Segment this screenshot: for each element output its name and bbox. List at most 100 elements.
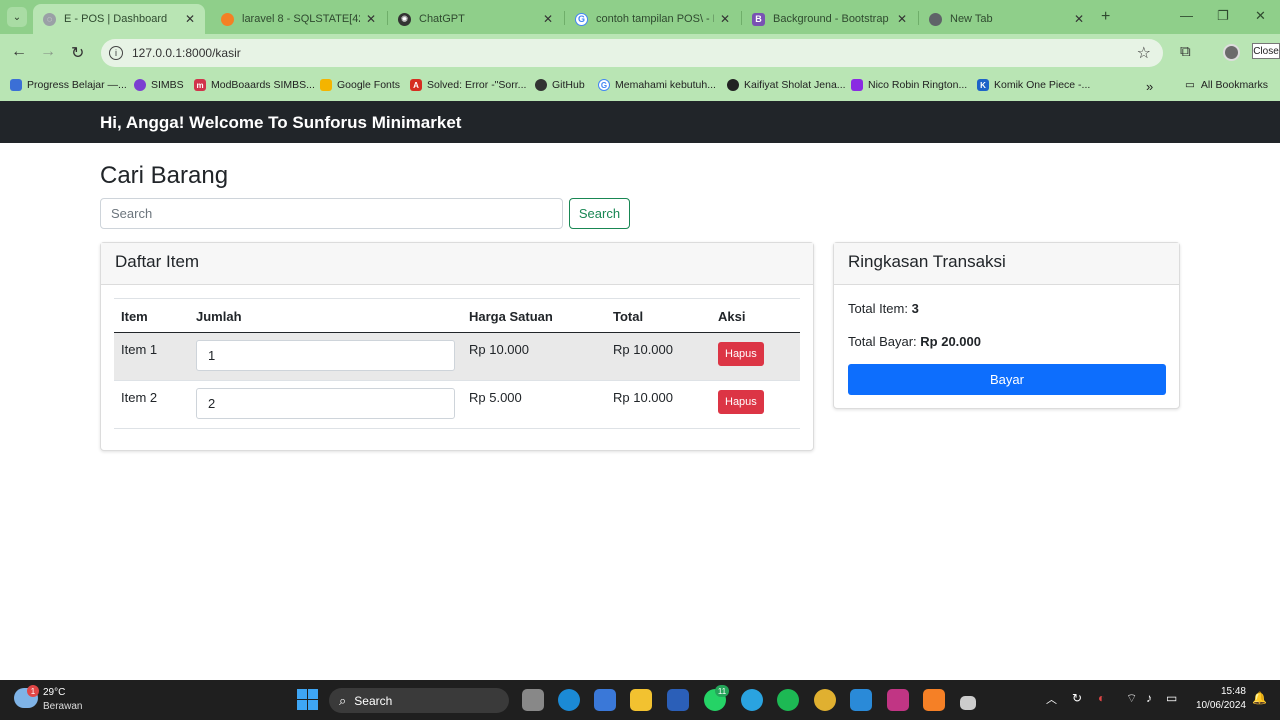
bookmark-icon: K: [977, 79, 989, 91]
bookmark-simbs[interactable]: SIMBS: [134, 79, 184, 91]
table-header-row: Item Jumlah Harga Satuan Total Aksi: [114, 298, 800, 333]
tab-pos-dashboard[interactable]: ◌ E - POS | Dashboard ✕: [33, 4, 205, 34]
bookmark-github[interactable]: GitHub: [535, 79, 585, 91]
quantity-input[interactable]: 1: [196, 340, 455, 371]
close-tab-icon[interactable]: ✕: [185, 12, 195, 26]
xampp-icon[interactable]: [923, 689, 945, 711]
windows-start-icon[interactable]: [297, 689, 318, 710]
bookmark-solved-error[interactable]: A Solved: Error -"Sorr...: [410, 79, 526, 91]
bookmark-icon: m: [194, 79, 206, 91]
telegram-icon[interactable]: [741, 689, 763, 711]
column-header: Harga Satuan: [462, 298, 606, 333]
wifi-icon[interactable]: ⌔: [1126, 691, 1137, 706]
tab-bootstrap[interactable]: B Background - Bootstrap v5 ✕: [742, 4, 917, 34]
bookmark-icon: [727, 79, 739, 91]
quantity-input[interactable]: 2: [196, 388, 455, 419]
tab-search-dropdown-icon[interactable]: ⌄: [7, 7, 27, 27]
close-tooltip: Close: [1252, 43, 1280, 59]
delete-button[interactable]: Hapus: [718, 342, 764, 366]
instagram-icon[interactable]: [887, 689, 909, 711]
notification-bell-icon[interactable]: 🔔: [1252, 691, 1267, 705]
microsoft-store-icon[interactable]: [594, 689, 616, 711]
all-bookmarks[interactable]: ▭ All Bookmarks: [1185, 79, 1268, 91]
task-view-icon[interactable]: [522, 689, 544, 711]
tab-title: New Tab: [950, 13, 993, 25]
edge-icon[interactable]: [558, 689, 580, 711]
bookmarks-bar: Progress Belajar —... SIMBS m ModBoaards …: [0, 72, 1280, 101]
weather-description: Berawan: [43, 701, 83, 712]
sync-icon[interactable]: ↻: [1072, 691, 1082, 705]
new-tab-plus-icon[interactable]: +: [1101, 8, 1110, 26]
bookmark-label: Nico Robin Rington...: [868, 79, 968, 91]
bookmark-memahami[interactable]: G Memahami kebutuh...: [598, 79, 716, 91]
minimize-icon[interactable]: —: [1180, 8, 1193, 23]
column-header: Total: [606, 298, 711, 333]
site-info-icon[interactable]: i: [109, 46, 123, 60]
bookmark-komik-one-piece[interactable]: K Komik One Piece -...: [977, 79, 1090, 91]
snipping-tool-icon[interactable]: [960, 696, 976, 710]
back-arrow-icon[interactable]: ←: [11, 43, 27, 61]
word-icon[interactable]: [667, 689, 689, 711]
clock-time[interactable]: 15:48: [1190, 686, 1246, 697]
tab-contoh-pos[interactable]: G contoh tampilan POS\ - Pe ✕: [565, 4, 740, 34]
column-header: Item: [114, 298, 189, 333]
bookmark-star-icon[interactable]: ☆: [1137, 43, 1151, 63]
search-input[interactable]: [100, 198, 563, 229]
taskbar-search[interactable]: ⌕ Search: [329, 688, 509, 713]
search-button[interactable]: Search: [569, 198, 630, 229]
antivirus-icon[interactable]: ◐: [1098, 691, 1105, 705]
chrome-icon[interactable]: [814, 689, 836, 711]
browser-tab-bar: ⌄ ◌ E - POS | Dashboard ✕ laravel 8 - SQ…: [0, 0, 1280, 34]
row-total: Rp 10.000: [606, 380, 711, 429]
chatgpt-icon: ✺: [398, 12, 411, 26]
bookmark-google-fonts[interactable]: Google Fonts: [320, 79, 400, 91]
bootstrap-icon: B: [752, 12, 765, 26]
bookmark-nico-robin[interactable]: Nico Robin Rington...: [851, 79, 967, 91]
bookmark-progress-belajar[interactable]: Progress Belajar —...: [10, 79, 127, 91]
bookmark-label: Komik One Piece -...: [994, 79, 1091, 91]
row-total: Rp 10.000: [606, 332, 711, 381]
pay-button[interactable]: Bayar: [848, 364, 1166, 395]
more-bookmarks-chevron-icon[interactable]: »: [1146, 79, 1153, 94]
close-tab-icon[interactable]: ✕: [543, 12, 553, 26]
battery-icon[interactable]: ▭: [1166, 691, 1177, 705]
show-hidden-icons-chevron-icon[interactable]: ︿: [1046, 691, 1057, 707]
spotify-icon[interactable]: [777, 689, 799, 711]
tab-laravel[interactable]: laravel 8 - SQLSTATE[42S02 ✕: [211, 4, 386, 34]
close-tab-icon[interactable]: ✕: [366, 12, 376, 26]
bookmark-label: GitHub: [552, 79, 585, 91]
profile-avatar[interactable]: [1223, 44, 1240, 61]
total-item-value: 3: [911, 301, 919, 316]
tab-chatgpt[interactable]: ✺ ChatGPT ✕: [388, 4, 563, 34]
file-explorer-icon[interactable]: [630, 689, 652, 711]
address-bar[interactable]: i 127.0.0.1:8000/kasir ☆: [101, 39, 1163, 67]
navbar-brand[interactable]: Hi, Angga! Welcome To Sunforus Minimarke…: [100, 113, 461, 133]
vscode-icon[interactable]: [850, 689, 872, 711]
item-name: Item 1: [114, 332, 189, 381]
window-close-icon[interactable]: ✕: [1255, 8, 1266, 24]
all-bookmarks-label: All Bookmarks: [1200, 79, 1269, 91]
reload-icon[interactable]: ↻: [71, 43, 84, 63]
total-item-label: Total Item:: [848, 301, 908, 316]
maximize-icon[interactable]: ❐: [1217, 8, 1229, 24]
item-list-card: Daftar Item Item Jumlah Harga Satuan Tot…: [100, 242, 814, 451]
page-title: Cari Barang: [100, 162, 229, 189]
close-tab-icon[interactable]: ✕: [1074, 12, 1084, 26]
bookmark-kaifiyat[interactable]: Kaifiyat Sholat Jena...: [727, 79, 846, 91]
forward-arrow-icon[interactable]: →: [40, 43, 56, 61]
close-tab-icon[interactable]: ✕: [720, 12, 730, 26]
total-pay-value: Rp 20.000: [920, 334, 981, 349]
tab-title: laravel 8 - SQLSTATE[42S02: [242, 13, 360, 25]
extensions-icon[interactable]: ⧉: [1180, 43, 1191, 60]
tab-new-tab[interactable]: New Tab ✕: [919, 4, 1094, 34]
volume-icon[interactable]: ♪: [1146, 691, 1152, 705]
tab-title: contoh tampilan POS\ - Pe: [596, 13, 714, 25]
total-pay-line: Total Bayar: Rp 20.000: [848, 334, 981, 349]
delete-button[interactable]: Hapus: [718, 390, 764, 414]
windows-taskbar: 1 29°C Berawan 11 ︿ ↻ ◐ ⌔ ♪ ▭ 15:48 10/0…: [0, 680, 1280, 720]
close-tab-icon[interactable]: ✕: [897, 12, 907, 26]
table-row: Item 2 2 Rp 5.000 Rp 10.000 Hapus: [114, 380, 800, 429]
item-name: Item 2: [114, 380, 189, 429]
bookmark-modboaards[interactable]: m ModBoaards SIMBS...: [194, 79, 315, 91]
clock-date[interactable]: 10/06/2024: [1190, 700, 1246, 711]
